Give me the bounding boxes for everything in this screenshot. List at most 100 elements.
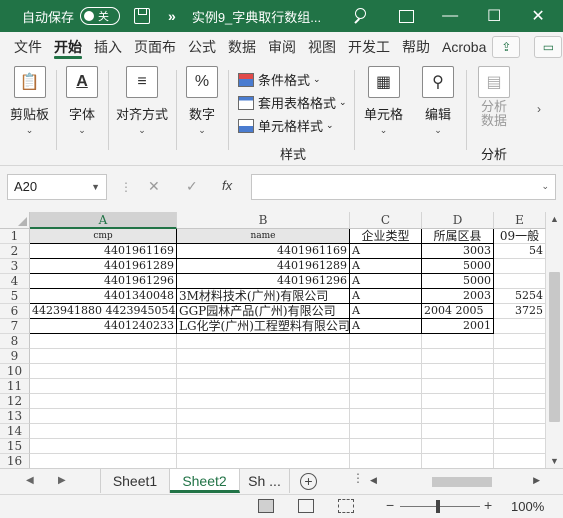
row-header-2[interactable]: 2 xyxy=(0,244,30,259)
prev-sheet-icon[interactable]: ◀ xyxy=(26,475,34,486)
cell-d8[interactable] xyxy=(422,334,494,349)
format-as-table-button[interactable]: 套用表格格式 ⌄ xyxy=(238,91,347,114)
cell-b13[interactable] xyxy=(177,409,350,424)
cell-b12[interactable] xyxy=(177,394,350,409)
scroll-right-icon[interactable]: ▶ xyxy=(533,475,540,486)
cell-d12[interactable] xyxy=(422,394,494,409)
cell-e16[interactable] xyxy=(494,454,546,468)
enter-formula-button[interactable]: ✓ xyxy=(186,178,198,195)
cell-d2[interactable]: 3003 xyxy=(422,244,494,259)
row-header-13[interactable]: 13 xyxy=(0,409,30,424)
quick-access-more-icon[interactable]: » xyxy=(168,8,176,24)
cell-e2[interactable]: 54 xyxy=(494,244,546,259)
spreadsheet-grid[interactable]: A B C D E 1 cmp name 企业类型 所属区县 09一般 2 440196116… xyxy=(0,212,546,468)
cell-b2[interactable]: 4401961169 xyxy=(177,244,350,259)
cell-a3[interactable]: 4401961289 xyxy=(30,259,177,274)
cell-e15[interactable] xyxy=(494,439,546,454)
maximize-button[interactable]: ☐ xyxy=(472,0,516,32)
cell-a5[interactable]: 4401340048 xyxy=(30,289,177,304)
cell-e14[interactable] xyxy=(494,424,546,439)
cell-e6[interactable]: 3725 xyxy=(494,304,546,319)
column-header-e[interactable]: E xyxy=(494,212,546,229)
cell-b8[interactable] xyxy=(177,334,350,349)
sheet-tab-more[interactable]: Sh ... xyxy=(240,469,290,493)
cell-b9[interactable] xyxy=(177,349,350,364)
zoom-slider[interactable] xyxy=(400,506,480,507)
tab-data[interactable]: 数据 xyxy=(222,32,262,62)
cell-c13[interactable] xyxy=(350,409,422,424)
close-button[interactable]: ✕ xyxy=(516,0,560,32)
cells-group[interactable]: ▦ 单元格 ⌄ xyxy=(364,66,403,136)
cell-e4[interactable] xyxy=(494,274,546,289)
select-all-button[interactable] xyxy=(0,212,30,229)
cell-d4[interactable]: 5000 xyxy=(422,274,494,289)
cell-a2[interactable]: 4401961169 xyxy=(30,244,177,259)
cell-e9[interactable] xyxy=(494,349,546,364)
cell-a12[interactable] xyxy=(30,394,177,409)
vertical-scrollbar[interactable]: ▲ ▼ xyxy=(546,212,563,468)
row-header-11[interactable]: 11 xyxy=(0,379,30,394)
zoom-in-button[interactable]: + xyxy=(484,497,492,513)
cell-c1[interactable]: 企业类型 xyxy=(350,229,422,244)
column-header-a[interactable]: A xyxy=(30,212,177,229)
number-group[interactable]: % 数字 ⌄ xyxy=(186,66,218,136)
comments-icon[interactable]: ▭ xyxy=(534,36,563,58)
sheet-tab-sheet2[interactable]: Sheet2 xyxy=(170,469,240,493)
cell-b11[interactable] xyxy=(177,379,350,394)
autosave-toggle[interactable]: 关 xyxy=(80,7,121,25)
zoom-level[interactable]: 100% xyxy=(511,499,544,514)
tab-review[interactable]: 审阅 xyxy=(262,32,302,62)
cell-c5[interactable]: A xyxy=(350,289,422,304)
cell-a6[interactable]: 4423941880 4423945054 xyxy=(30,304,177,319)
cell-d14[interactable] xyxy=(422,424,494,439)
cell-c12[interactable] xyxy=(350,394,422,409)
normal-view-icon[interactable] xyxy=(258,499,274,513)
add-sheet-button[interactable]: + xyxy=(300,473,317,490)
row-header-6[interactable]: 6 xyxy=(0,304,30,319)
zoom-slider-knob[interactable] xyxy=(436,500,440,513)
cell-e12[interactable] xyxy=(494,394,546,409)
cell-styles-button[interactable]: 单元格样式 ⌄ xyxy=(238,114,347,137)
column-header-d[interactable]: D xyxy=(422,212,494,229)
cell-d7[interactable]: 2001 xyxy=(422,319,494,334)
sheet-tab-sheet1[interactable]: Sheet1 xyxy=(100,469,170,493)
zoom-out-button[interactable]: − xyxy=(386,497,394,513)
cell-b15[interactable] xyxy=(177,439,350,454)
cell-c2[interactable]: A xyxy=(350,244,422,259)
ribbon-scroll-right-icon[interactable]: › xyxy=(537,102,541,116)
alignment-group[interactable]: ≡ 对齐方式 ⌄ xyxy=(116,66,168,136)
row-header-4[interactable]: 4 xyxy=(0,274,30,289)
cell-d10[interactable] xyxy=(422,364,494,379)
cell-c7[interactable]: A xyxy=(350,319,422,334)
cell-a9[interactable] xyxy=(30,349,177,364)
tab-file[interactable]: 文件 xyxy=(8,32,48,62)
cell-b16[interactable] xyxy=(177,454,350,468)
cell-d5[interactable]: 2003 xyxy=(422,289,494,304)
horizontal-scrollbar[interactable]: ◀ ▶ xyxy=(370,475,540,489)
next-sheet-icon[interactable]: ▶ xyxy=(58,475,66,486)
minimize-button[interactable]: — xyxy=(428,0,472,32)
cell-d6[interactable]: 2004 2005 xyxy=(422,304,494,319)
scroll-up-icon[interactable]: ▲ xyxy=(550,214,559,224)
page-layout-view-icon[interactable] xyxy=(298,499,314,513)
cell-a14[interactable] xyxy=(30,424,177,439)
row-header-15[interactable]: 15 xyxy=(0,439,30,454)
cell-b6[interactable]: GGP园林产品(广州)有限公司 xyxy=(177,304,350,319)
cell-b5[interactable]: 3M材料技术(广州)有限公司 xyxy=(177,289,350,304)
row-header-1[interactable]: 1 xyxy=(0,229,30,244)
conditional-format-button[interactable]: 条件格式 ⌄ xyxy=(238,68,347,91)
expand-formula-icon[interactable]: ⌄ xyxy=(541,181,549,192)
share-icon[interactable]: ⇪ xyxy=(492,36,521,58)
column-header-c[interactable]: C xyxy=(350,212,422,229)
insert-function-button[interactable]: fx xyxy=(222,178,232,193)
row-header-10[interactable]: 10 xyxy=(0,364,30,379)
cell-b3[interactable]: 4401961289 xyxy=(177,259,350,274)
cell-b7[interactable]: LG化学(广州)工程塑料有限公司 xyxy=(177,319,350,334)
cell-c16[interactable] xyxy=(350,454,422,468)
scroll-down-icon[interactable]: ▼ xyxy=(550,456,559,466)
search-icon[interactable] xyxy=(351,7,369,25)
cell-e3[interactable] xyxy=(494,259,546,274)
tab-developer[interactable]: 开发工 xyxy=(342,32,396,62)
cell-d16[interactable] xyxy=(422,454,494,468)
cell-b1[interactable]: name xyxy=(177,229,350,244)
